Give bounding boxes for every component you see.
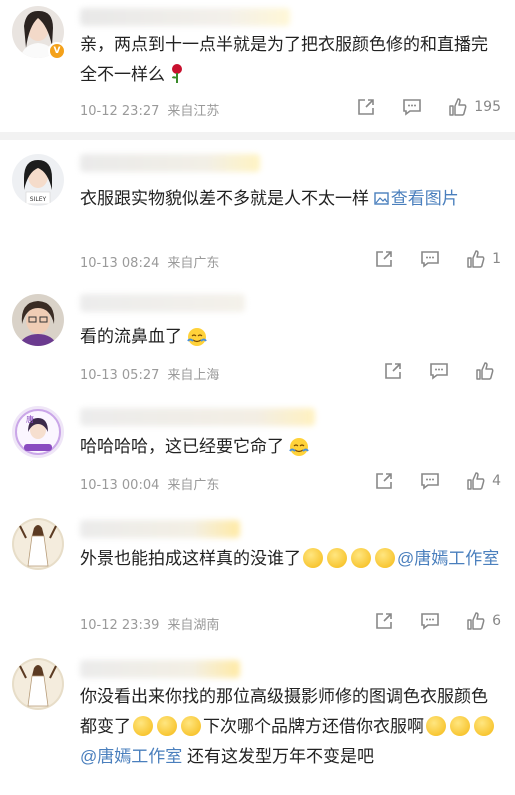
smile-emoji: [450, 716, 470, 736]
section-divider: [0, 132, 515, 140]
comment-meta: 10-12 23:39 来自湖南: [80, 614, 219, 633]
comment-6: 你没看出来你找的那位高级摄影师修的图调色衣服颜色都变了 下次哪个品牌方还借你衣服啊…: [0, 652, 515, 795]
rose-emoji: [172, 64, 182, 83]
view-image-link[interactable]: 查看图片: [374, 189, 459, 208]
comment-time: 10-12 23:39: [80, 618, 160, 633]
like-button[interactable]: 4: [466, 471, 501, 491]
comment-icon: [421, 251, 439, 268]
avatar[interactable]: 唐: [12, 406, 64, 458]
svg-text:SILEY: SILEY: [30, 196, 47, 203]
smile-emoji: [426, 716, 446, 736]
like-button[interactable]: [475, 361, 501, 381]
like-count: 6: [492, 613, 501, 629]
like-icon: [476, 362, 494, 380]
share-icon: [376, 251, 392, 267]
comment-actions: 6: [348, 611, 501, 631]
username-blurred[interactable]: [80, 520, 240, 538]
comment-text: 衣服跟实物貌似差不多就是人不太一样 查看图片: [80, 189, 459, 208]
comment-meta: 10-13 08:24 来自广东: [80, 252, 219, 271]
like-button[interactable]: 195: [448, 97, 501, 117]
like-icon: [449, 98, 467, 116]
like-button[interactable]: 6: [466, 611, 501, 631]
comment-location: 来自广东: [167, 256, 220, 271]
comment-location: 来自湖南: [167, 618, 220, 633]
comment-actions: [357, 361, 501, 381]
avatar[interactable]: SILEY: [12, 154, 64, 206]
comment-actions: 4: [348, 471, 501, 491]
comment-button[interactable]: [429, 361, 449, 381]
username-blurred[interactable]: [80, 660, 240, 678]
comment-4: 唐 哈哈哈哈，这已经要它命了 10-13 00:04 来自广东 4: [0, 400, 515, 510]
like-count: 4: [492, 473, 501, 489]
comment-button[interactable]: [402, 97, 422, 117]
like-icon: [467, 612, 485, 630]
image-icon: [374, 192, 389, 205]
comment-text: 你没看出来你找的那位高级摄影师修的图调色衣服颜色都变了 下次哪个品牌方还借你衣服啊…: [80, 682, 501, 772]
like-count: 195: [474, 99, 501, 115]
share-button[interactable]: [356, 97, 376, 117]
comment-3: 看的流鼻血了 10-13 05:27 来自上海: [0, 288, 515, 398]
share-button[interactable]: [374, 471, 394, 491]
share-icon: [358, 99, 375, 115]
like-count: 1: [492, 251, 501, 267]
comment-actions: 1: [348, 249, 501, 269]
like-button[interactable]: 1: [466, 249, 501, 269]
smile-emoji: [351, 548, 371, 568]
comment-text: 看的流鼻血了: [80, 322, 501, 352]
smile-emoji: [474, 716, 494, 736]
comment-button[interactable]: [420, 471, 440, 491]
username-blurred[interactable]: [80, 8, 290, 26]
comment-text: 外景也能拍成这样真的没谁了 @唐嫣工作室: [80, 548, 500, 568]
avatar[interactable]: [12, 518, 64, 570]
verified-badge-icon: V: [48, 42, 66, 60]
comment-text: 哈哈哈哈，这已经要它命了: [80, 432, 501, 462]
comment-icon: [421, 473, 439, 490]
comment-actions: 195: [330, 97, 501, 117]
comment-meta: 10-12 23:27 来自江苏: [80, 100, 219, 119]
comment-time: 10-13 05:27: [80, 368, 160, 383]
mention-link[interactable]: @唐嫣工作室: [80, 747, 182, 766]
mention-link[interactable]: @唐嫣工作室: [397, 549, 499, 568]
username-blurred[interactable]: [80, 408, 315, 426]
sweat-emoji: [289, 438, 309, 456]
smile-emoji: [375, 548, 395, 568]
smile-emoji: [303, 548, 323, 568]
comment-location: 来自广东: [167, 478, 220, 493]
share-button[interactable]: [374, 249, 394, 269]
comment-1: V 亲，两点到十一点半就是为了把衣服颜色修的和直播完全不一样么 10-12 23…: [0, 0, 515, 128]
comment-button[interactable]: [420, 611, 440, 631]
comment-icon: [403, 99, 422, 116]
share-icon: [376, 613, 392, 629]
username-blurred[interactable]: [80, 154, 260, 172]
username-blurred[interactable]: [80, 294, 245, 312]
comment-meta: 10-13 05:27 来自上海: [80, 364, 219, 383]
comment-5: 外景也能拍成这样真的没谁了 @唐嫣工作室 10-12 23:39 来自湖南 6: [0, 512, 515, 652]
comment-location: 来自江苏: [167, 104, 220, 119]
comment-time: 10-13 08:24: [80, 256, 160, 271]
comment-time: 10-13 00:04: [80, 478, 160, 493]
avatar[interactable]: [12, 294, 64, 346]
like-icon: [467, 250, 485, 268]
share-icon: [385, 363, 401, 379]
comment-icon: [421, 613, 439, 630]
sweat-emoji: [187, 328, 207, 346]
comment-time: 10-12 23:27: [80, 104, 160, 119]
comment-text: 亲，两点到十一点半就是为了把衣服颜色修的和直播完全不一样么: [80, 35, 488, 84]
smile-emoji: [157, 716, 177, 736]
svg-text:唐: 唐: [26, 414, 34, 424]
comment-icon: [430, 363, 448, 380]
comment-button[interactable]: [420, 249, 440, 269]
like-icon: [467, 472, 485, 490]
smile-emoji: [133, 716, 153, 736]
comment-meta: 10-13 00:04 来自广东: [80, 474, 219, 493]
comment-location: 来自上海: [167, 368, 220, 383]
share-button[interactable]: [374, 611, 394, 631]
smile-emoji: [181, 716, 201, 736]
share-icon: [376, 473, 392, 489]
avatar[interactable]: [12, 658, 64, 710]
smile-emoji: [327, 548, 347, 568]
comment-2: SILEY 衣服跟实物貌似差不多就是人不太一样 查看图片 10-13 08:24…: [0, 144, 515, 280]
share-button[interactable]: [383, 361, 403, 381]
